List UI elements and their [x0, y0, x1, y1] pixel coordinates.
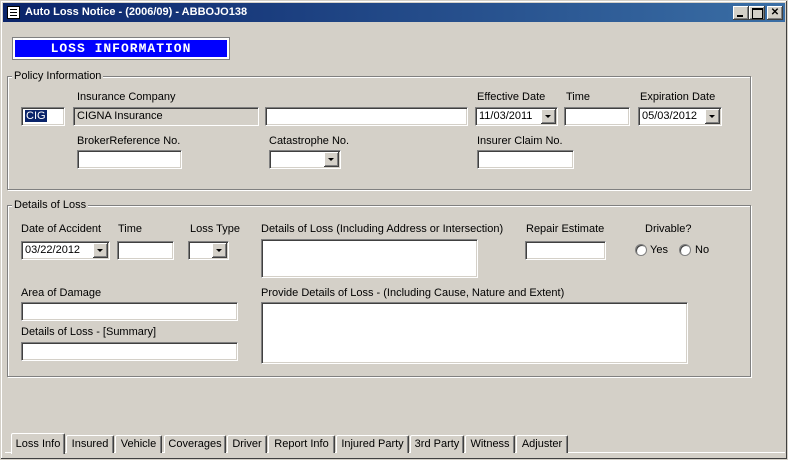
repair-estimate-field[interactable]	[525, 241, 606, 260]
section-banner: LOSS INFORMATION	[12, 37, 230, 60]
tab-vehicle[interactable]: Vehicle	[115, 435, 162, 453]
drivable-no-radio[interactable]	[679, 244, 691, 256]
loss-type-label: Loss Type	[190, 223, 240, 235]
details-address-textarea[interactable]	[261, 239, 478, 278]
minimize-button[interactable]	[733, 6, 749, 20]
area-of-damage-field[interactable]	[21, 302, 238, 321]
insurance-company-extra-field[interactable]	[265, 107, 468, 126]
effective-date-value: 11/03/2011	[479, 110, 533, 122]
catastrophe-dropdown[interactable]	[269, 150, 341, 169]
loss-time-field[interactable]	[117, 241, 174, 260]
company-code-field[interactable]: CIG	[21, 107, 65, 126]
chevron-down-icon[interactable]	[93, 243, 108, 258]
provide-details-label: Provide Details of Loss - (Including Cau…	[261, 287, 565, 299]
insurer-claim-field[interactable]	[477, 150, 574, 169]
tab-report-info[interactable]: Report Info	[268, 435, 335, 453]
effective-date-label: Effective Date	[477, 91, 546, 103]
company-code-value: CIG	[25, 110, 47, 122]
chevron-down-icon[interactable]	[705, 109, 720, 124]
broker-reference-label: BrokerReference No.	[77, 135, 181, 147]
effective-date-dropdown[interactable]: 11/03/2011	[475, 107, 558, 126]
tab-witness[interactable]: Witness	[465, 435, 515, 453]
expiration-date-dropdown[interactable]: 05/03/2012	[638, 107, 722, 126]
app-window: Auto Loss Notice - (2006/09) - ABBOJO138…	[0, 0, 788, 460]
document-icon[interactable]	[7, 6, 20, 19]
title-bar[interactable]: Auto Loss Notice - (2006/09) - ABBOJO138	[3, 3, 785, 22]
expiration-date-label: Expiration Date	[640, 91, 716, 103]
area-of-damage-label: Area of Damage	[21, 287, 102, 299]
provide-details-textarea[interactable]	[261, 302, 688, 364]
policy-time-field[interactable]	[564, 107, 630, 126]
date-of-accident-dropdown[interactable]: 03/22/2012	[21, 241, 110, 260]
summary-field[interactable]	[21, 342, 238, 361]
policy-group-title: Policy Information	[12, 70, 104, 82]
insurer-claim-label: Insurer Claim No.	[477, 135, 563, 147]
window-title: Auto Loss Notice - (2006/09) - ABBOJO138	[25, 6, 248, 18]
broker-reference-field[interactable]	[77, 150, 182, 169]
insurance-company-label: Insurance Company	[77, 91, 176, 103]
chevron-down-icon[interactable]	[541, 109, 556, 124]
policy-time-label: Time	[566, 91, 591, 103]
details-address-label: Details of Loss (Including Address or In…	[261, 223, 504, 235]
loss-type-dropdown[interactable]	[188, 241, 229, 260]
tab-driver[interactable]: Driver	[227, 435, 267, 453]
drivable-yes-radio[interactable]	[635, 244, 647, 256]
date-of-accident-label: Date of Accident	[21, 223, 102, 235]
insurance-company-field[interactable]: CIGNA Insurance	[73, 107, 259, 126]
catastrophe-label: Catastrophe No.	[269, 135, 350, 147]
drivable-label: Drivable?	[645, 223, 692, 235]
summary-label: Details of Loss - [Summary]	[21, 326, 157, 338]
maximize-button[interactable]	[749, 6, 765, 20]
tab-insured[interactable]: Insured	[66, 435, 114, 453]
repair-estimate-label: Repair Estimate	[526, 223, 605, 235]
drivable-yes-label[interactable]: Yes	[650, 244, 668, 257]
tab-injured-party[interactable]: Injured Party	[336, 435, 409, 453]
close-button[interactable]	[767, 6, 783, 20]
chevron-down-icon[interactable]	[212, 243, 227, 258]
chevron-down-icon[interactable]	[324, 152, 339, 167]
loss-time-label: Time	[118, 223, 143, 235]
expiration-date-value: 05/03/2012	[642, 110, 698, 122]
tab-adjuster[interactable]: Adjuster	[516, 435, 568, 453]
date-of-accident-value: 03/22/2012	[25, 244, 81, 256]
tab-3rd-party[interactable]: 3rd Party	[410, 435, 464, 453]
loss-group-title: Details of Loss	[12, 199, 89, 211]
tab-loss-info[interactable]: Loss Info	[11, 433, 65, 454]
tab-coverages[interactable]: Coverages	[164, 435, 226, 453]
drivable-no-label[interactable]: No	[695, 244, 709, 257]
